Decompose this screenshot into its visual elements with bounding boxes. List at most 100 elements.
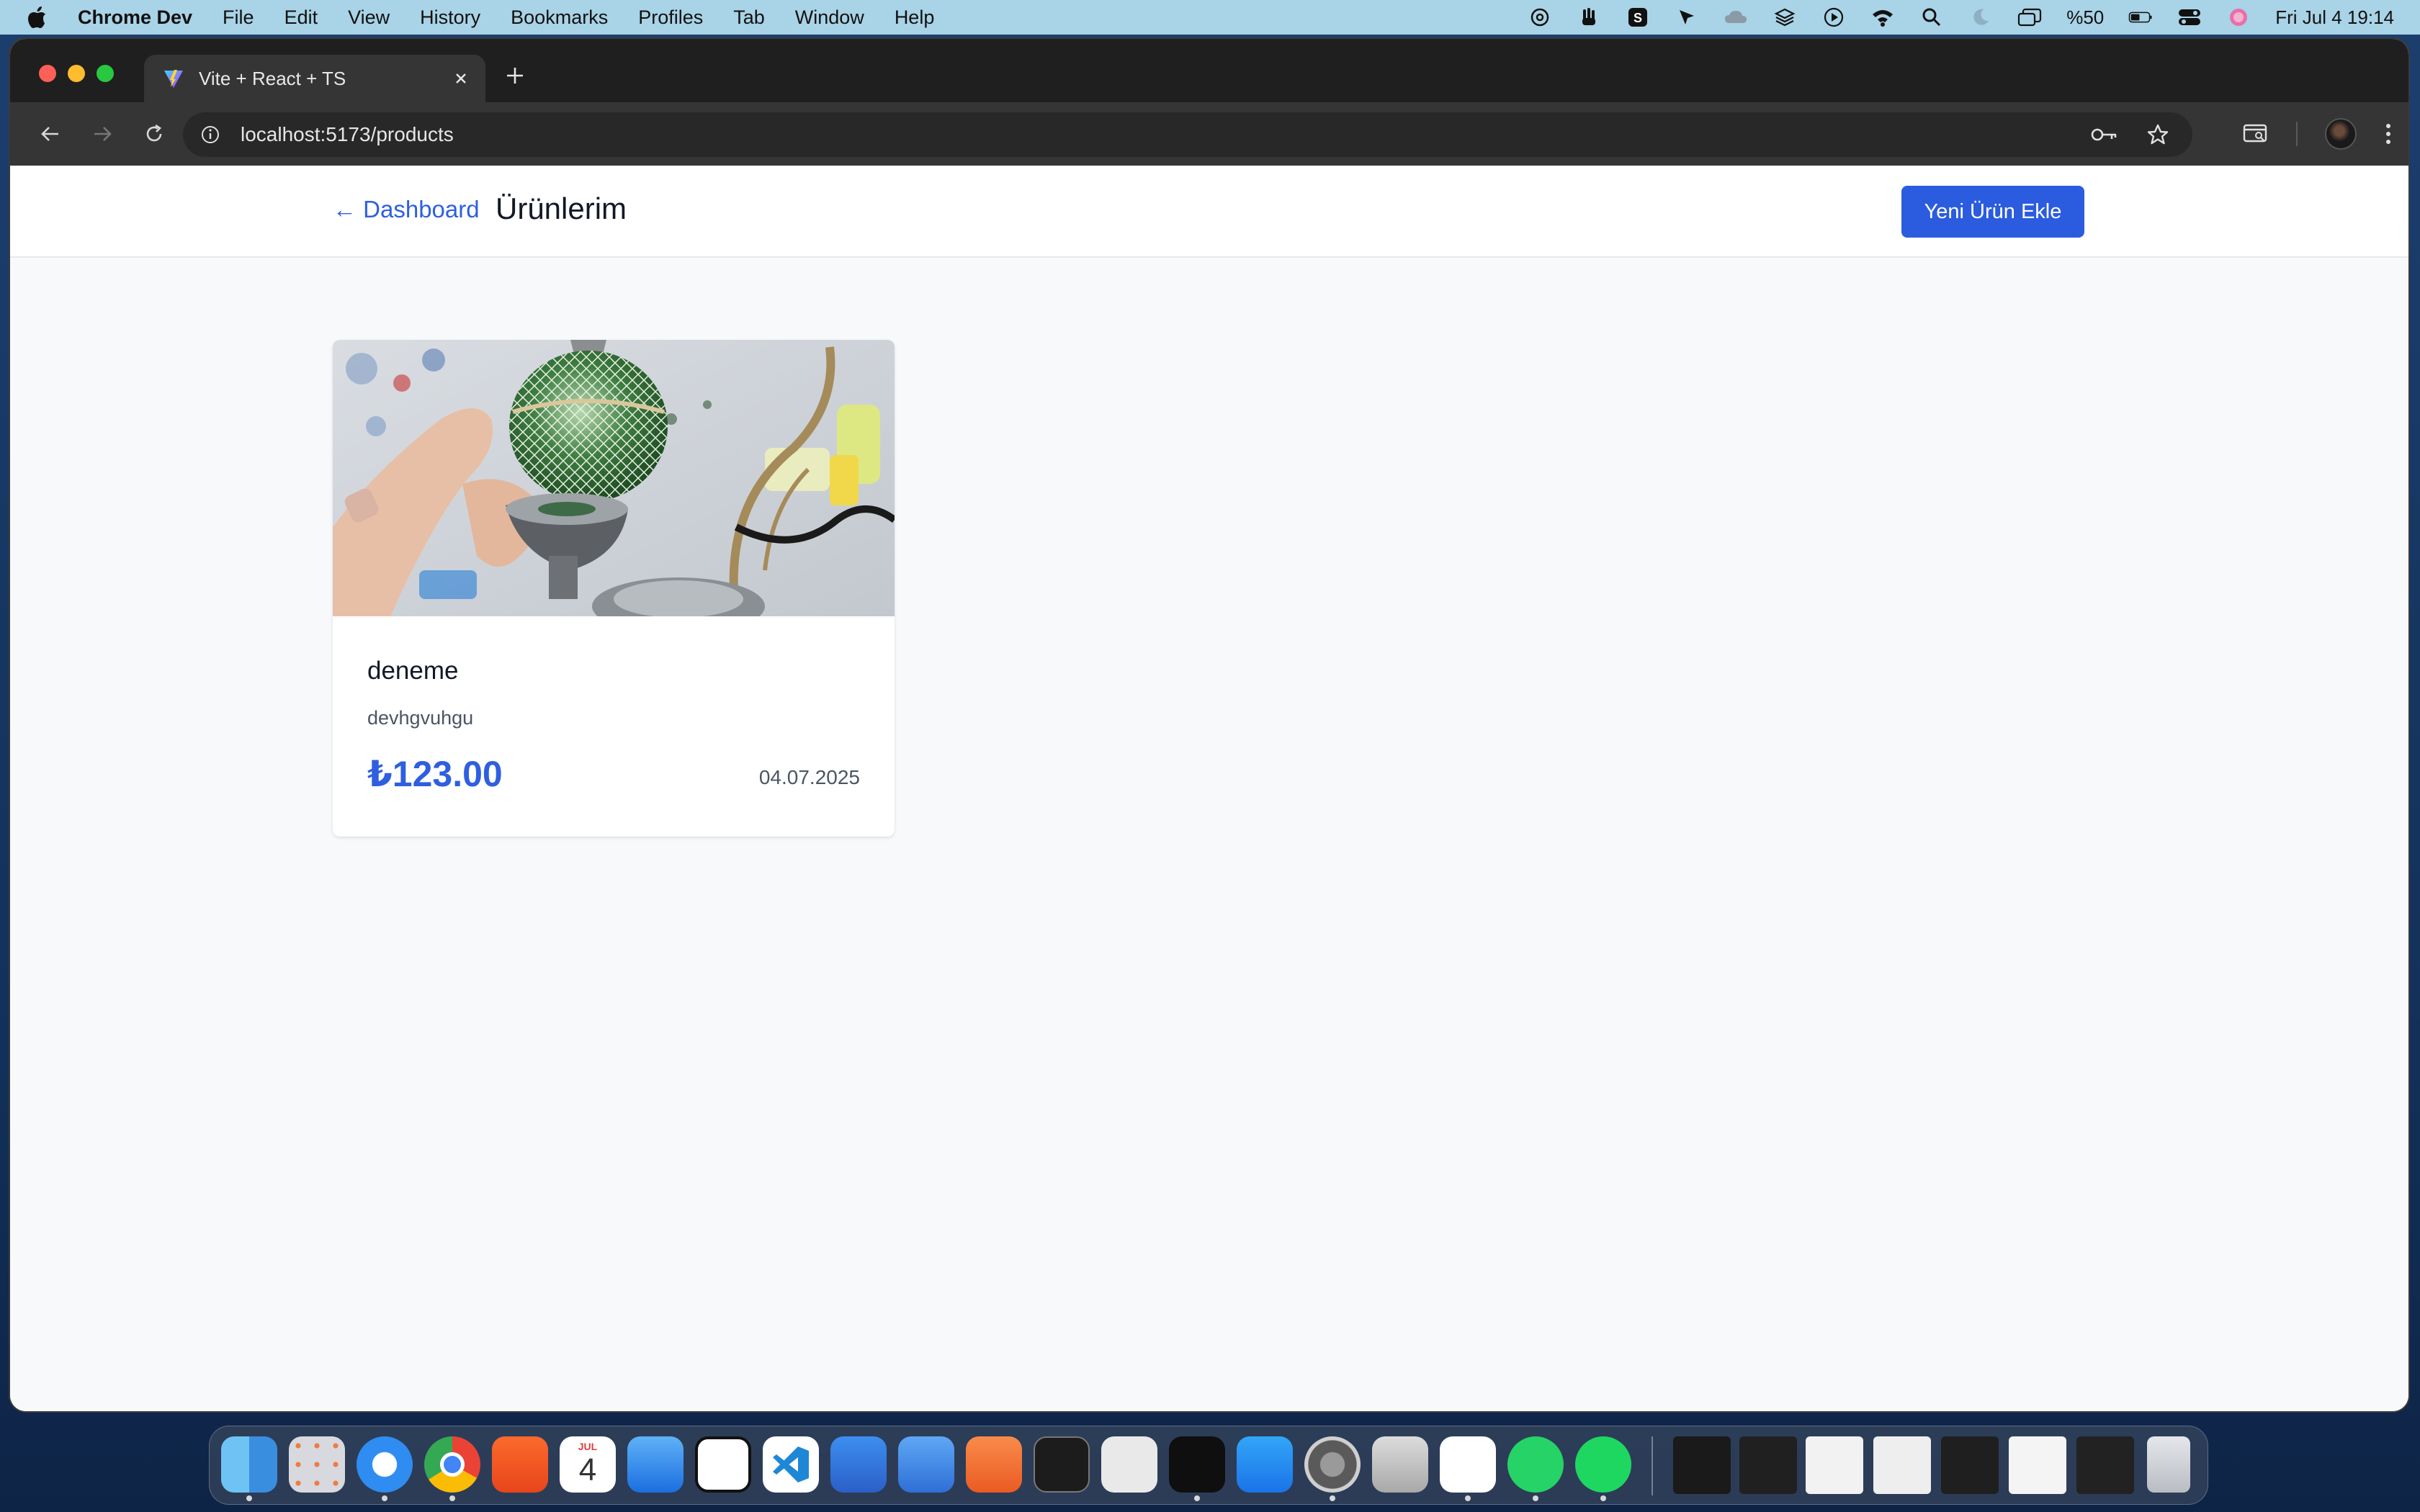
- system-settings-icon[interactable]: [1304, 1436, 1361, 1493]
- readdle-icon[interactable]: [1101, 1436, 1157, 1493]
- toolbar-divider: [2296, 122, 2298, 146]
- minimized-window-thumb[interactable]: [2009, 1436, 2066, 1494]
- cursor-icon[interactable]: [1169, 1436, 1225, 1493]
- control-center-icon[interactable]: [2177, 5, 2202, 30]
- menu-file[interactable]: File: [223, 6, 254, 29]
- close-window-button[interactable]: [39, 65, 56, 82]
- product-description: devhgvuhgu: [367, 707, 474, 729]
- dock: JUL 4: [209, 1426, 2208, 1505]
- calendar-icon[interactable]: JUL 4: [560, 1436, 616, 1493]
- svg-text:S: S: [1634, 11, 1642, 25]
- mail-icon[interactable]: [627, 1436, 684, 1493]
- vscode-icon[interactable]: [763, 1436, 819, 1493]
- running-indicator: [382, 1495, 387, 1501]
- instruments-icon[interactable]: [966, 1436, 1022, 1493]
- battery-percent: %50: [2066, 6, 2105, 28]
- site-info-icon[interactable]: [196, 120, 225, 149]
- apple-icon[interactable]: [27, 5, 49, 30]
- hand-status-icon[interactable]: [1577, 5, 1601, 30]
- xcode-icon[interactable]: [830, 1436, 887, 1493]
- siri-icon[interactable]: [2226, 5, 2251, 30]
- reload-button[interactable]: [138, 118, 170, 150]
- zoom-window-button[interactable]: [97, 65, 114, 82]
- layers-status-icon[interactable]: [1773, 5, 1797, 30]
- terminal-icon[interactable]: [1034, 1436, 1090, 1493]
- calendar-day: 4: [578, 1452, 597, 1488]
- add-product-button[interactable]: Yeni Ürün Ekle: [1901, 186, 2084, 238]
- toolbar-right: [2243, 118, 2393, 150]
- cursor-status-icon[interactable]: [1675, 5, 1699, 30]
- minimized-window-thumb[interactable]: [1806, 1436, 1863, 1494]
- menu-bar: Chrome Dev File Edit View History Bookma…: [0, 0, 2420, 35]
- chrome-icon[interactable]: [424, 1436, 480, 1493]
- new-tab-button[interactable]: [503, 63, 527, 88]
- address-bar[interactable]: localhost:5173/products: [183, 112, 2192, 157]
- minimized-window-thumb[interactable]: [1873, 1436, 1931, 1494]
- spotify-icon[interactable]: [1575, 1436, 1631, 1493]
- play-status-icon[interactable]: [1821, 5, 1846, 30]
- running-indicator: [1533, 1495, 1538, 1501]
- whatsapp-icon[interactable]: [1507, 1436, 1564, 1493]
- openai-status-icon[interactable]: [1528, 5, 1552, 30]
- menu-app-name[interactable]: Chrome Dev: [78, 6, 192, 29]
- password-key-icon[interactable]: [2090, 120, 2119, 149]
- tab-title: Vite + React + TS: [199, 67, 346, 89]
- minimized-window-thumb[interactable]: [1941, 1436, 1999, 1494]
- s-app-status-icon[interactable]: S: [1626, 5, 1650, 30]
- running-indicator: [246, 1495, 252, 1501]
- profile-avatar[interactable]: [2325, 118, 2357, 150]
- simulator-icon[interactable]: [898, 1436, 954, 1493]
- tab-search-icon[interactable]: [2243, 122, 2269, 145]
- running-indicator: [1465, 1495, 1471, 1501]
- clock-datetime[interactable]: Fri Jul 4 19:14: [2275, 6, 2394, 29]
- window-controls: [39, 65, 114, 82]
- running-indicator: [449, 1495, 455, 1501]
- menu-window[interactable]: Window: [795, 6, 864, 29]
- wifi-icon[interactable]: [1870, 5, 1895, 30]
- menu-profiles[interactable]: Profiles: [638, 6, 703, 29]
- dock-divider: [1652, 1436, 1653, 1495]
- minimized-window-thumb[interactable]: [2076, 1436, 2134, 1494]
- chatgpt-icon[interactable]: [1440, 1436, 1496, 1493]
- forward-button[interactable]: [86, 118, 118, 150]
- browser-toolbar: localhost:5173/products: [10, 102, 2408, 166]
- menu-bookmarks[interactable]: Bookmarks: [511, 6, 608, 29]
- iphone-mirroring-icon[interactable]: [1372, 1436, 1428, 1493]
- product-image: [333, 340, 895, 616]
- finder-icon[interactable]: [221, 1436, 277, 1493]
- dashboard-back-link[interactable]: ← Dashboard: [333, 196, 480, 223]
- moon-icon[interactable]: [1968, 5, 1993, 30]
- menu-help[interactable]: Help: [895, 6, 935, 29]
- menu-view[interactable]: View: [348, 6, 390, 29]
- cloud-status-icon[interactable]: [1724, 5, 1748, 30]
- running-indicator: [1194, 1495, 1200, 1501]
- url-text[interactable]: localhost:5173/products: [241, 123, 454, 146]
- launchpad-icon[interactable]: [289, 1436, 345, 1493]
- safari-icon[interactable]: [357, 1436, 413, 1493]
- running-indicator: [1600, 1495, 1606, 1501]
- minimize-window-button[interactable]: [68, 65, 85, 82]
- minimized-window-thumb[interactable]: [1673, 1436, 1731, 1494]
- page-header: ← Dashboard Ürünlerim Yeni Ürün Ekle: [10, 166, 2408, 258]
- app-store-icon[interactable]: [1237, 1436, 1293, 1493]
- menu-edit[interactable]: Edit: [284, 6, 318, 29]
- page-content: ← Dashboard Ürünlerim Yeni Ürün Ekle den…: [10, 166, 2408, 1411]
- page-title: Ürünlerim: [496, 192, 627, 225]
- product-price: ₺123.00: [367, 754, 503, 794]
- brave-icon[interactable]: [492, 1436, 548, 1493]
- product-card[interactable]: deneme devhgvuhgu ₺123.00 04.07.2025: [333, 340, 895, 837]
- back-button[interactable]: [35, 118, 66, 150]
- menu-tab[interactable]: Tab: [733, 6, 765, 29]
- notion-icon[interactable]: [695, 1436, 751, 1493]
- menu-history[interactable]: History: [420, 6, 480, 29]
- close-tab-icon[interactable]: [449, 67, 472, 90]
- minimized-window-thumb[interactable]: [1739, 1436, 1797, 1494]
- running-indicator: [1330, 1495, 1335, 1501]
- spotlight-search-icon[interactable]: [1919, 5, 1944, 30]
- trash-icon[interactable]: [2147, 1436, 2190, 1493]
- battery-icon[interactable]: [2128, 5, 2153, 30]
- chrome-menu-icon[interactable]: [2384, 122, 2393, 146]
- screen-mirror-icon[interactable]: [2017, 5, 2042, 30]
- bookmark-star-icon[interactable]: [2143, 120, 2172, 149]
- tab-active[interactable]: Vite + React + TS: [144, 55, 485, 102]
